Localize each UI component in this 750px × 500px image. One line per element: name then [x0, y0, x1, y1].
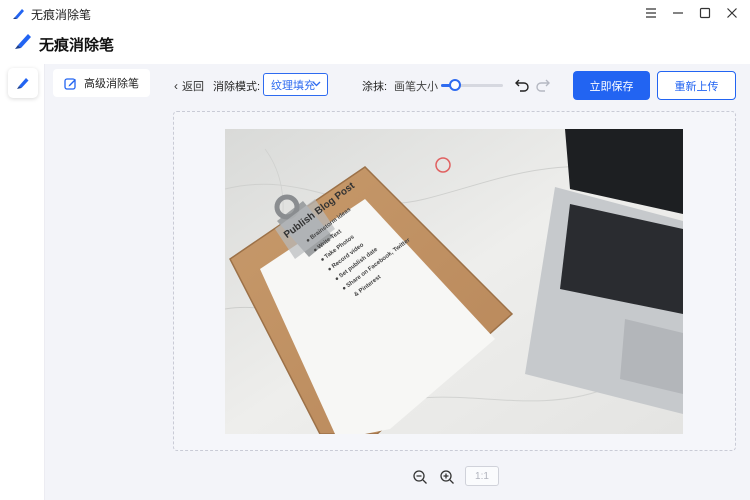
- back-label: 返回: [182, 81, 204, 93]
- redo-icon[interactable]: [535, 76, 551, 92]
- zoom-in-icon[interactable]: [439, 469, 455, 485]
- eraser-pen-tool-button[interactable]: [8, 68, 38, 98]
- mode-value: 纹理填充: [271, 79, 315, 92]
- window-title: 无痕消除笔: [31, 8, 92, 22]
- edit-icon: [64, 77, 76, 90]
- undo-icon[interactable]: [514, 76, 530, 92]
- slider-thumb[interactable]: [448, 79, 461, 91]
- image-canvas[interactable]: Publish Blog Post ● Brainstorm ideas ● W…: [225, 129, 683, 434]
- left-rail: [0, 64, 45, 500]
- back-button[interactable]: ‹ 返回: [174, 78, 204, 94]
- brush-size-slider[interactable]: [441, 79, 503, 91]
- zoom-ratio-button[interactable]: 1:1: [465, 466, 499, 486]
- maximize-icon[interactable]: [690, 0, 720, 26]
- zoom-bar: 1:1: [158, 464, 750, 490]
- app-title: 无痕消除笔: [39, 37, 115, 54]
- toolbar: ‹ 返回 消除模式: 纹理填充 涂抹: 画笔大小 立即保存 重新上传: [158, 64, 750, 108]
- brush-label: 涂抹:: [362, 81, 388, 93]
- zoom-out-icon[interactable]: [412, 469, 428, 485]
- app-header: 无痕消除笔: [0, 26, 750, 64]
- save-button[interactable]: 立即保存: [573, 71, 650, 100]
- sidebar-item-label: 高级消除笔: [84, 78, 139, 90]
- app-logo-icon: [13, 9, 24, 19]
- app-logo-icon: [15, 34, 31, 49]
- mode-label: 消除模式:: [213, 81, 261, 93]
- tool-sidebar: 高级消除笔: [45, 64, 158, 500]
- chevron-left-icon: ‹: [174, 79, 178, 93]
- menu-icon[interactable]: [636, 0, 666, 26]
- mode-select[interactable]: 纹理填充: [263, 73, 328, 96]
- chevron-down-icon: [312, 81, 321, 87]
- eraser-pen-icon: [17, 78, 29, 89]
- close-icon[interactable]: [717, 0, 747, 26]
- title-bar: 无痕消除笔: [0, 0, 750, 26]
- minimize-icon[interactable]: [663, 0, 693, 26]
- main-panel: ‹ 返回 消除模式: 纹理填充 涂抹: 画笔大小 立即保存 重新上传 Publi…: [158, 64, 750, 500]
- brush-size-label: 画笔大小: [394, 81, 438, 93]
- reupload-button[interactable]: 重新上传: [657, 71, 736, 100]
- sidebar-item-advanced-eraser[interactable]: 高级消除笔: [53, 69, 150, 97]
